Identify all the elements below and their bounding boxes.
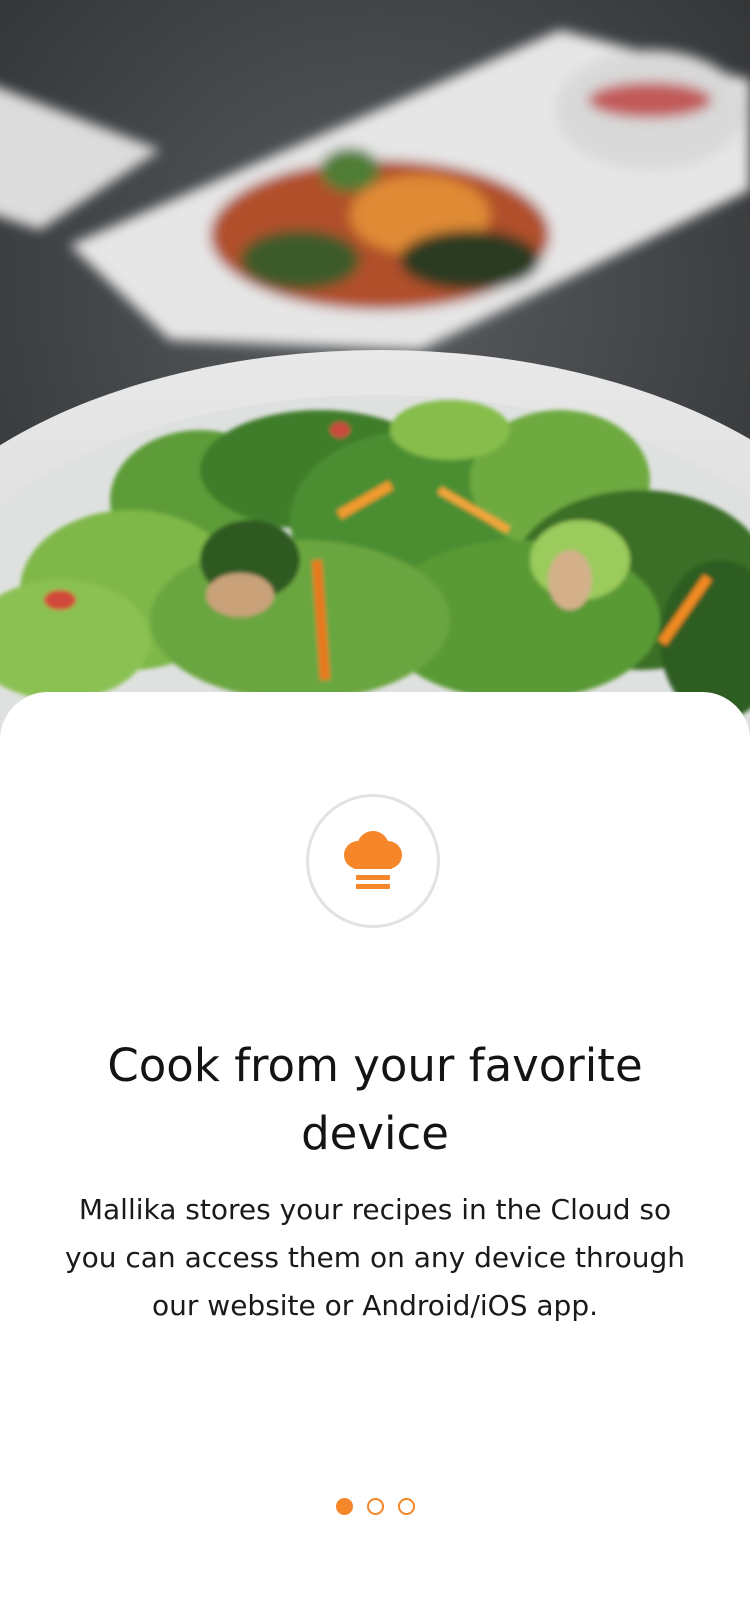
onboarding-description: Mallika stores your recipes in the Cloud… [65, 1193, 685, 1322]
salad-photo [0, 0, 750, 740]
page-indicator [0, 1498, 750, 1518]
page-dot-1[interactable] [335, 1498, 353, 1515]
onboarding-screen: Cook from your favorite device Mallika s… [0, 0, 750, 1624]
page-dot-2[interactable] [366, 1498, 384, 1515]
onboarding-card: Cook from your favorite device Mallika s… [0, 692, 750, 1624]
hero-food-image [0, 0, 750, 740]
onboarding-title: Cook from your favorite device [107, 1039, 643, 1160]
chef-hat-icon [344, 831, 402, 889]
page-dot-3[interactable] [397, 1498, 415, 1515]
feature-icon-circle [306, 794, 440, 928]
